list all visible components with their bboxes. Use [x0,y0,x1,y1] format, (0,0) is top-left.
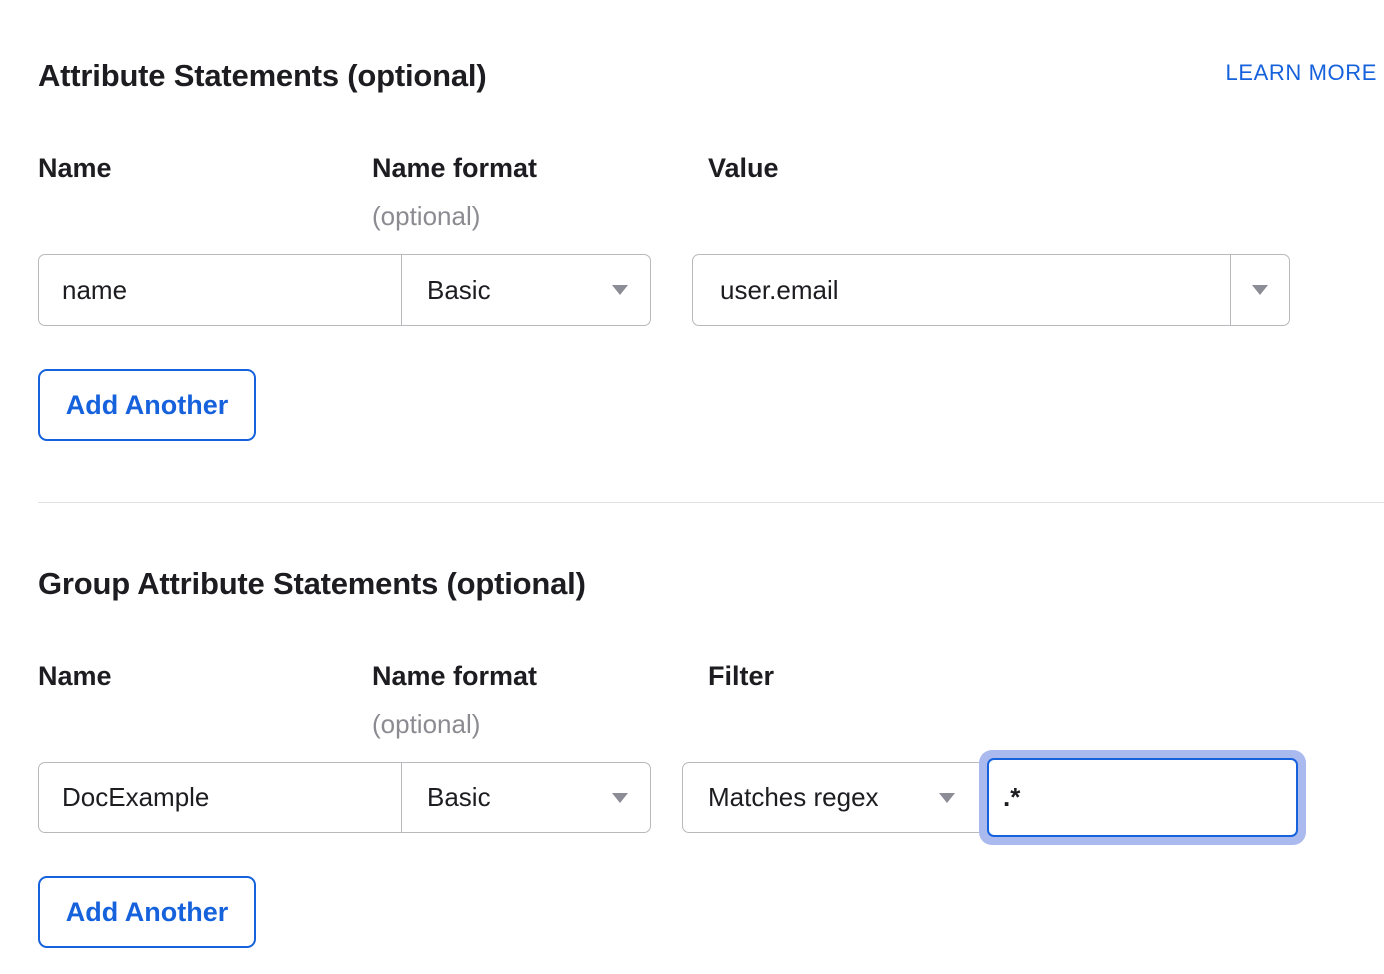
attr-name-input[interactable] [38,254,402,326]
attr-name-format-optional-note: (optional) [372,201,480,232]
group-name-input[interactable] [38,762,402,833]
attr-value-input[interactable] [693,255,1230,325]
attr-name-format-selected-value: Basic [427,275,491,306]
attr-name-format-column-label: Name format [372,153,537,184]
group-filter-type-select[interactable]: Matches regex [682,762,979,833]
group-add-another-button[interactable]: Add Another [38,876,256,948]
chevron-down-icon [612,793,628,803]
attr-name-format-select[interactable]: Basic [401,254,651,326]
group-filter-value-input[interactable] [987,758,1298,837]
group-name-format-select[interactable]: Basic [401,762,651,833]
group-name-format-column-label: Name format [372,661,537,692]
saml-attribute-settings-panel: Attribute Statements (optional) LEARN MO… [0,0,1384,974]
attr-value-dropdown-button[interactable] [1230,255,1289,325]
chevron-down-icon [612,285,628,295]
chevron-down-icon [939,793,955,803]
attr-add-another-button[interactable]: Add Another [38,369,256,441]
attr-value-column-label: Value [708,153,779,184]
attr-statement-row: Basic [38,254,651,326]
learn-more-link[interactable]: LEARN MORE [1226,60,1377,86]
group-filter-type-selected-value: Matches regex [708,782,879,813]
filter-input-focus-ring [979,750,1306,845]
attr-value-combobox [692,254,1290,326]
section-divider [38,502,1384,503]
group-name-column-label: Name [38,661,112,692]
group-name-format-optional-note: (optional) [372,709,480,740]
attr-name-column-label: Name [38,153,112,184]
group-filter-column-label: Filter [708,661,774,692]
chevron-down-icon [1252,285,1268,295]
attribute-statements-title: Attribute Statements (optional) [38,58,486,94]
group-attribute-statements-title: Group Attribute Statements (optional) [38,566,586,602]
group-statement-row: Basic [38,762,651,833]
group-name-format-selected-value: Basic [427,782,491,813]
